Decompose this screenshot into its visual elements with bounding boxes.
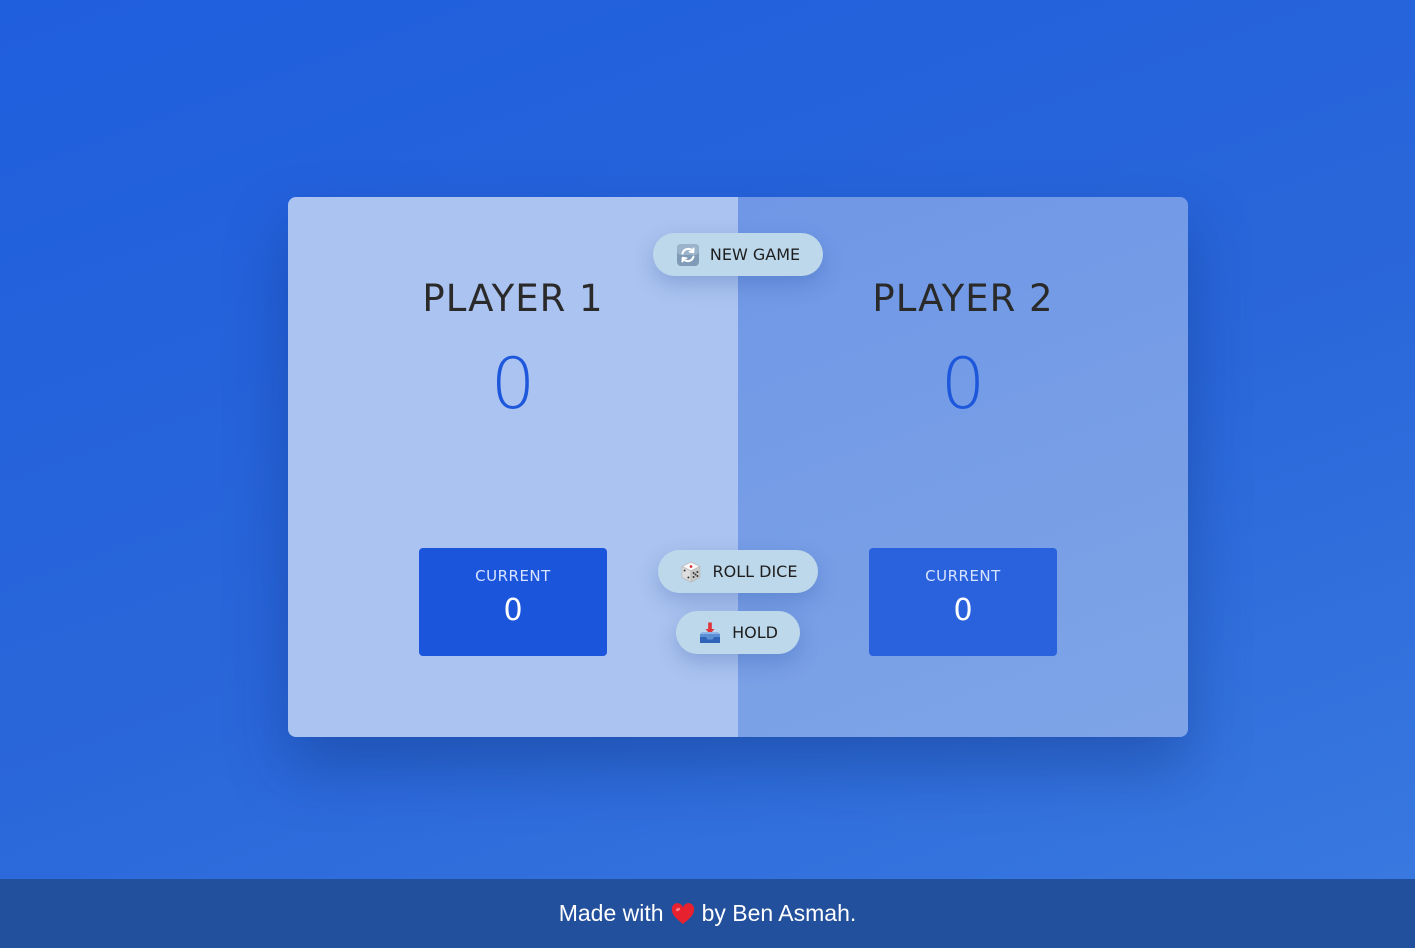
footer-suffix: by Ben Asmah. [701, 900, 857, 926]
roll-dice-button[interactable]: ROLL DICE [658, 550, 818, 593]
new-game-button[interactable]: NEW GAME [653, 233, 823, 276]
player-2-current-label: CURRENT [925, 567, 1001, 585]
player-2-score: 0 [940, 343, 986, 425]
hold-label: HOLD [732, 623, 778, 642]
footer-prefix: Made with [558, 900, 664, 926]
heart-icon [671, 902, 695, 925]
player-1-current-box: CURRENT 0 [419, 548, 607, 656]
player-2-panel: PLAYER 2 0 CURRENT 0 [738, 197, 1188, 737]
player-1-name: PLAYER 1 [422, 277, 604, 320]
dice-icon [679, 560, 703, 584]
roll-dice-label: ROLL DICE [712, 562, 798, 581]
hold-button[interactable]: HOLD [676, 611, 800, 654]
player-2-name: PLAYER 2 [872, 277, 1054, 320]
player-1-score: 0 [490, 343, 536, 425]
game-board: PLAYER 1 0 CURRENT 0 PLAYER 2 0 CURRENT … [288, 197, 1188, 737]
player-2-current-box: CURRENT 0 [869, 548, 1057, 656]
refresh-icon [676, 243, 700, 267]
inbox-tray-icon [698, 621, 722, 645]
player-1-current-label: CURRENT [475, 567, 551, 585]
player-1-panel: PLAYER 1 0 CURRENT 0 [288, 197, 738, 737]
player-2-current-score: 0 [953, 593, 973, 628]
player-1-current-score: 0 [503, 593, 523, 628]
footer: Made with by Ben Asmah. [0, 879, 1415, 948]
new-game-label: NEW GAME [709, 245, 801, 264]
